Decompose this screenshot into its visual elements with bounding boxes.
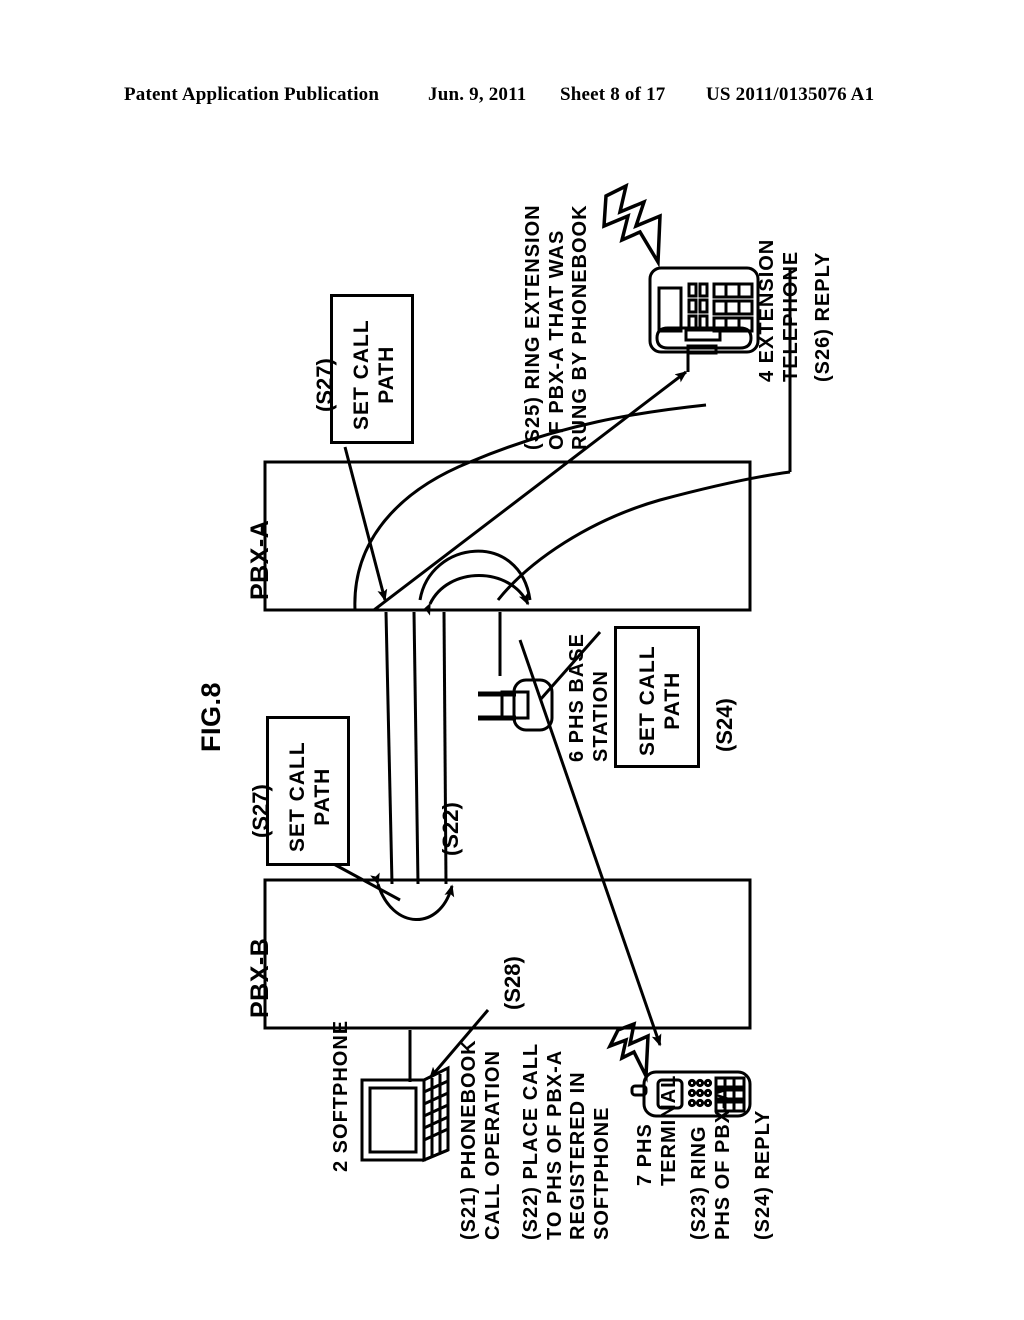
desk-telephone-icon <box>648 266 760 355</box>
step-tag-s27-b: (S27) <box>248 784 273 838</box>
set-call-path-box-s27-a-text: SET CALL PATH <box>350 319 398 430</box>
annotation-s21: (S21) PHONEBOOK CALL OPERATION <box>458 1039 504 1240</box>
patent-figure-8: FIG.8 PBX-A PBX-B SET CALL PATH (S27) SE… <box>0 0 1024 1320</box>
trunk-line-2 <box>412 611 420 885</box>
step-tag-s28: (S28) <box>500 956 525 1010</box>
figure-vector-layer <box>263 182 792 1163</box>
laptop-icon <box>360 1065 450 1163</box>
pbx-a-inner-arc-inner <box>420 574 530 616</box>
pbx-b-inner-arc <box>370 872 455 921</box>
annotation-s26: (S26) REPLY <box>812 251 834 382</box>
pbx-a-label: PBX-A <box>246 519 274 600</box>
figure-number-label: FIG.8 <box>196 681 226 752</box>
set-call-path-box-s27-b-text: SET CALL PATH <box>286 741 334 852</box>
softphone-label: 2 SOFTPHONE <box>330 1019 352 1172</box>
extension-telephone-label: 4 EXTENSION TELEPHONE <box>756 238 802 382</box>
step-tag-s24: (S24) <box>712 698 737 752</box>
step-tag-s27-a: (S27) <box>312 358 337 412</box>
s25-call-curve-right <box>496 470 791 601</box>
set-call-path-box-s24-text: SET CALL PATH <box>636 645 684 756</box>
trunk-line-1 <box>384 611 394 885</box>
lightning-bolt-icon-top <box>602 182 662 268</box>
annotation-s23: (S23) RING PHS OF PBX-A <box>688 1085 734 1240</box>
phs-base-station-label: 6 PHS BASE STATION <box>566 633 612 762</box>
pbx-b-label: PBX-B <box>246 937 274 1018</box>
s27-a-pointer <box>343 446 388 602</box>
annotation-s24-reply: (S24) REPLY <box>752 1109 774 1240</box>
lightning-bolt-icon-bottom <box>606 1021 650 1083</box>
phs-terminal-label: 7 PHS TERMINAL <box>634 1074 680 1186</box>
annotation-s22: (S22) PLACE CALL TO PHS OF PBX-A REGISTE… <box>520 1042 613 1240</box>
annotation-s25: (S25) RING EXTENSION OF PBX-A THAT WAS R… <box>522 204 592 450</box>
step-tag-s22-trunk: (S22) <box>438 802 463 856</box>
